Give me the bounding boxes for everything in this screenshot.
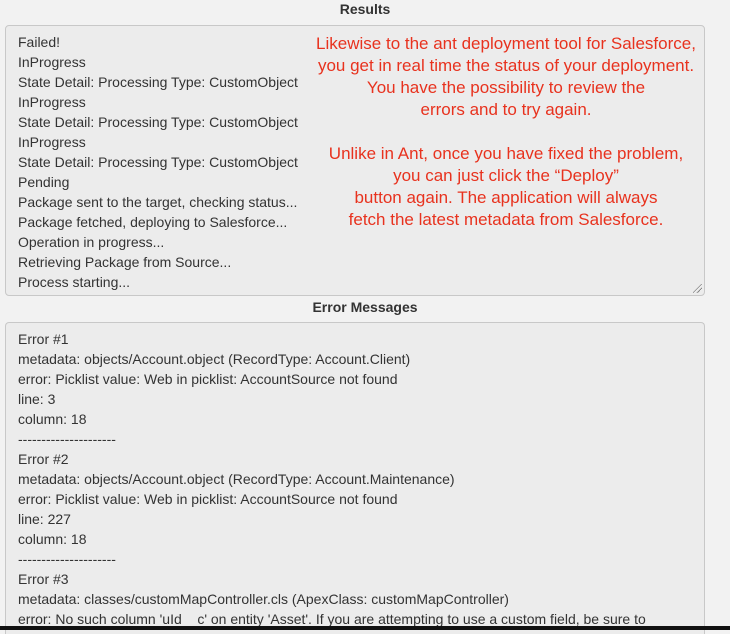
error-log-line: column: 18 bbox=[18, 531, 87, 547]
results-title: Results bbox=[339, 1, 391, 17]
annotation-line: Likewise to the ant deployment tool for … bbox=[316, 34, 696, 53]
error-log-line: line: 3 bbox=[18, 391, 56, 407]
error-messages-textarea[interactable]: Error #1 metadata: objects/Account.object… bbox=[5, 322, 705, 634]
annotation-line: errors and to try again. bbox=[420, 100, 592, 119]
resize-handle-icon[interactable] bbox=[693, 284, 702, 293]
error-messages-log: Error #1 metadata: objects/Account.object… bbox=[18, 329, 646, 629]
window-edge bbox=[712, 0, 730, 630]
results-log-line: InProgress bbox=[18, 134, 86, 150]
error-log-line: Error #3 bbox=[18, 571, 69, 587]
annotation-line: Unlike in Ant, once you have fixed the p… bbox=[328, 144, 684, 163]
results-log-line: Package sent to the target, checking sta… bbox=[18, 194, 298, 210]
error-log-line: error: Picklist value: Web in picklist: … bbox=[18, 371, 398, 387]
error-log-line: error: Picklist value: Web in picklist: … bbox=[18, 491, 398, 507]
results-log-line: Pending bbox=[18, 174, 70, 190]
results-log-line: Failed! bbox=[18, 34, 61, 50]
annotation-line: You have the possibility to review the bbox=[366, 78, 646, 97]
annotation-line: you can just click the “Deploy” bbox=[393, 166, 619, 185]
error-log-line: Error #1 bbox=[18, 331, 69, 347]
results-log: Failed! InProgress State Detail: Processin… bbox=[18, 32, 298, 292]
annotation-line: fetch the latest metadata from Salesforc… bbox=[348, 210, 664, 229]
results-log-line: Package fetched, deploying to Salesforce… bbox=[18, 214, 288, 230]
error-log-line: metadata: objects/Account.object (Record… bbox=[18, 351, 411, 367]
annotation-paragraph-1: Likewise to the ant deployment tool for … bbox=[296, 33, 716, 121]
error-log-line: Error #2 bbox=[18, 451, 69, 467]
error-log-line: metadata: classes/customMapController.cl… bbox=[18, 591, 509, 607]
error-log-line: --------------------- bbox=[18, 431, 116, 447]
results-log-line: State Detail: Processing Type: CustomObj… bbox=[18, 74, 298, 90]
results-log-line: InProgress bbox=[18, 94, 86, 110]
annotation-line: button again. The application will alway… bbox=[354, 188, 658, 207]
window-bottom-border bbox=[0, 626, 730, 630]
error-messages-title: Error Messages bbox=[312, 299, 418, 315]
annotation-paragraph-2: Unlike in Ant, once you have fixed the p… bbox=[296, 143, 716, 231]
error-log-line: column: 18 bbox=[18, 411, 87, 427]
results-log-line: Retrieving Package from Source... bbox=[18, 254, 232, 270]
error-log-line: metadata: objects/Account.object (Record… bbox=[18, 471, 455, 487]
results-log-line: State Detail: Processing Type: CustomObj… bbox=[18, 154, 298, 170]
results-log-line: InProgress bbox=[18, 54, 86, 70]
annotation-overlay: Likewise to the ant deployment tool for … bbox=[296, 33, 716, 231]
error-log-line: line: 227 bbox=[18, 511, 71, 527]
results-log-line: State Detail: Processing Type: CustomObj… bbox=[18, 114, 298, 130]
annotation-line: you get in real time the status of your … bbox=[317, 56, 695, 75]
results-log-line: Process starting... bbox=[18, 274, 131, 290]
results-log-line: Operation in progress... bbox=[18, 234, 165, 250]
error-log-line: --------------------- bbox=[18, 551, 116, 567]
